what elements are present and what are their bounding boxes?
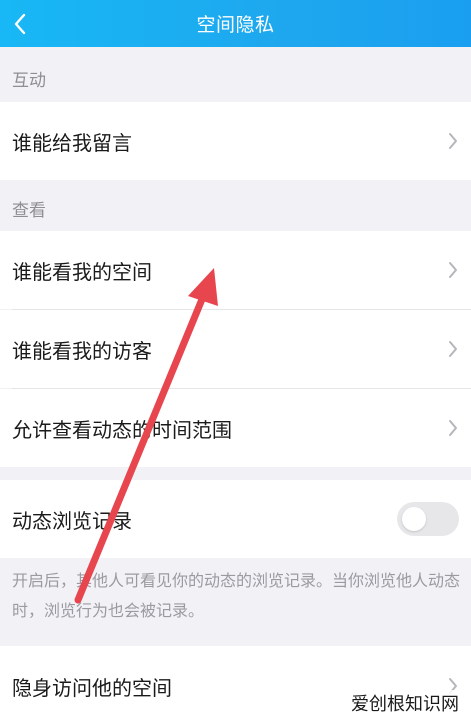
row-view-space[interactable]: 谁能看我的空间 — [0, 231, 471, 309]
row-leave-message[interactable]: 谁能给我留言 — [0, 102, 471, 180]
back-button[interactable] — [0, 0, 40, 47]
browse-record-toggle[interactable] — [397, 502, 459, 536]
row-label: 允许查看动态的时间范围 — [12, 417, 232, 442]
toggle-knob — [402, 507, 426, 531]
row-view-visitors[interactable]: 谁能看我的访客 — [0, 310, 471, 388]
row-time-range[interactable]: 允许查看动态的时间范围 — [0, 389, 471, 467]
row-label: 谁能给我留言 — [12, 130, 132, 155]
row-label: 谁能看我的访客 — [12, 338, 152, 363]
row-label: 谁能看我的空间 — [12, 259, 152, 284]
section-label-view: 查看 — [12, 201, 46, 221]
watermark: 爱创根知识网 — [347, 690, 463, 716]
browse-record-description: 开启后，其他人可看见你的动态的浏览记录。当你浏览他人动态时，浏览行为也会被记录。 — [12, 571, 461, 620]
chevron-right-icon — [449, 341, 457, 357]
top-bar: 空间隐私 — [0, 0, 471, 47]
row-label: 动态浏览记录 — [12, 508, 132, 533]
chevron-right-icon — [449, 262, 457, 278]
chevron-right-icon — [449, 133, 457, 149]
row-browse-record: 动态浏览记录 — [0, 480, 471, 558]
chevron-right-icon — [449, 420, 457, 436]
section-label-interact: 互动 — [12, 71, 46, 91]
page-title: 空间隐私 — [196, 14, 275, 36]
chevron-left-icon — [14, 13, 26, 34]
row-label: 隐身访问他的空间 — [12, 675, 172, 700]
